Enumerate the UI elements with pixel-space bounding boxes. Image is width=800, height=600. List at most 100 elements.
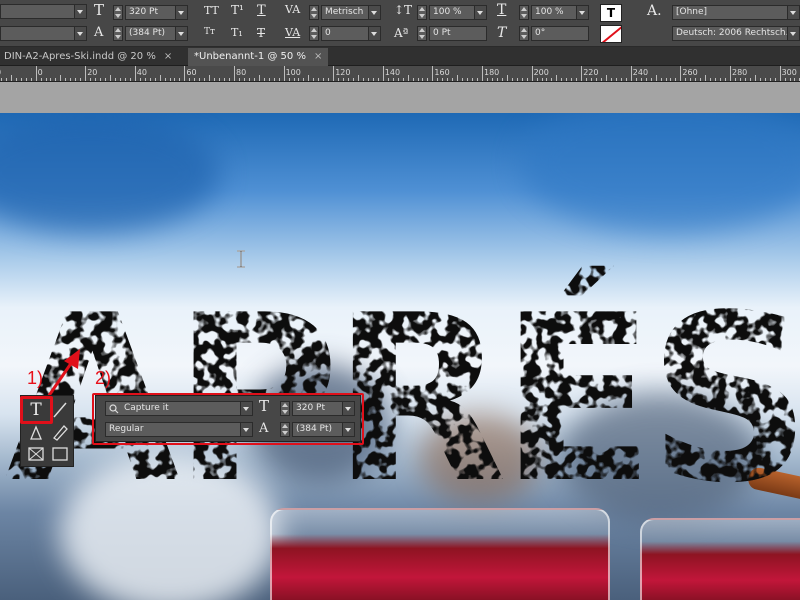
character-style-dropdown[interactable]: [Ohne] [672, 5, 800, 20]
ruler-tick [154, 78, 156, 81]
ruler-tick [734, 78, 736, 81]
ruler-tick [630, 66, 632, 81]
baseline-shift-stepper[interactable] [417, 26, 427, 41]
horizontal-scale-field[interactable]: 100 % [531, 5, 589, 20]
ruler-tick [412, 78, 414, 81]
ruler-tick [149, 78, 151, 81]
kerning-field[interactable]: Metrisch [321, 5, 381, 20]
horizontal-scale-stepper[interactable] [519, 5, 529, 20]
font-family-dropdown[interactable] [0, 4, 87, 19]
pen-tool-icon[interactable] [26, 422, 46, 442]
close-icon[interactable]: × [164, 51, 172, 62]
vertical-scale-field[interactable]: 100 % [429, 5, 487, 20]
font-size-field[interactable]: 320 Pt [125, 5, 188, 20]
ruler-tick [35, 66, 37, 81]
tracking-field[interactable]: 0 [321, 26, 381, 41]
ruler-tick [209, 75, 211, 81]
ruler-tick [119, 78, 121, 81]
ruler-tick [402, 78, 404, 81]
ruler-tick [313, 78, 315, 81]
ruler-tick [189, 78, 191, 81]
pencil-tool-icon[interactable] [50, 422, 70, 442]
ruler-tick [392, 78, 394, 81]
ruler-tick [680, 66, 682, 81]
ruler-label: 120 [335, 68, 351, 77]
ruler-tick [591, 78, 593, 81]
skew-icon: T [497, 25, 507, 41]
rectangle-tool-icon[interactable] [50, 444, 70, 464]
subscript-icon[interactable]: T₁ [231, 27, 243, 38]
all-caps-icon[interactable]: TT [204, 5, 219, 16]
ruler-tick [531, 66, 533, 81]
ruler-tick [491, 78, 493, 81]
document-page[interactable]: APRÉS [0, 113, 800, 600]
vertical-scale-icon: ↕T [394, 3, 413, 17]
ruler-tick [298, 78, 300, 81]
baseline-shift-field[interactable]: 0 Pt [429, 26, 487, 41]
ruler-tick [407, 75, 409, 81]
skew-field[interactable]: 0° [531, 26, 589, 41]
headline-text-frame[interactable]: APRÉS [4, 243, 800, 534]
ruler-tick [561, 78, 563, 81]
ruler-tick [452, 78, 454, 81]
ruler-tick [447, 78, 449, 81]
ruler-tick [100, 78, 102, 81]
language-dropdown[interactable]: Deutsch: 2006 Rechtsch... [672, 26, 800, 41]
ruler-tick [144, 78, 146, 81]
ruler-tick [650, 78, 652, 81]
character-style-icon: A. [647, 3, 662, 19]
ruler-tick [95, 78, 97, 81]
ruler-tick [794, 78, 796, 81]
ruler-tick [194, 78, 196, 81]
underline-icon[interactable]: T [257, 4, 266, 17]
close-icon[interactable]: × [314, 51, 322, 62]
leading-icon: A [94, 25, 104, 40]
ruler-tick [690, 78, 692, 81]
ruler-tick [124, 78, 126, 81]
ruler-tick [635, 78, 637, 81]
ruler-label: 60 [186, 68, 197, 77]
font-size-icon: T [94, 1, 105, 19]
tab-din-a2[interactable]: DIN-A2-Apres-Ski.indd @ 20 % × [0, 48, 178, 66]
skew-stepper[interactable] [519, 26, 529, 41]
tab-unbenannt[interactable]: *Unbenannt-1 @ 50 % × [188, 48, 329, 66]
text-fill-swatch[interactable]: T [600, 4, 622, 22]
leading-field[interactable]: (384 Pt) [125, 26, 188, 41]
ruler-tick [258, 75, 260, 81]
ruler-tick [695, 78, 697, 81]
leading-stepper[interactable] [113, 26, 123, 41]
ruler-tick [323, 78, 325, 81]
rectangle-frame-tool-icon[interactable] [26, 444, 46, 464]
ruler-tick [362, 78, 364, 81]
ruler-tick [457, 75, 459, 81]
ruler-label: 200 [533, 68, 549, 77]
horizontal-ruler[interactable]: -20 0 20 40 60 80 100 120 140 160 180 200 220 240 260 2… [0, 66, 800, 82]
small-caps-icon[interactable]: Tт [204, 28, 215, 37]
ruler-tick [105, 78, 107, 81]
ruler-tick [25, 78, 27, 81]
ruler-tick [571, 78, 573, 81]
vertical-scale-stepper[interactable] [417, 5, 427, 20]
ruler-tick [397, 78, 399, 81]
ruler-tick [169, 78, 171, 81]
font-size-stepper[interactable] [113, 5, 123, 20]
text-stroke-swatch[interactable] [600, 25, 622, 43]
ruler-tick [318, 78, 320, 81]
line-tool-icon[interactable] [50, 400, 70, 420]
ruler-tick [229, 78, 231, 81]
tracking-stepper[interactable] [309, 26, 319, 41]
ruler-tick [234, 66, 235, 81]
ruler-tick [20, 78, 22, 81]
ruler-tick [5, 78, 7, 81]
ruler-tick [477, 78, 479, 81]
ruler-tick [164, 78, 166, 81]
strikethrough-icon[interactable]: T [257, 27, 265, 39]
ruler-tick [110, 75, 111, 81]
superscript-icon[interactable]: T¹ [231, 4, 244, 16]
ruler-tick [248, 78, 250, 81]
ruler-tick [174, 78, 176, 81]
ruler-tick [551, 78, 553, 81]
kerning-stepper[interactable] [309, 5, 319, 20]
ruler-tick [670, 78, 672, 81]
font-style-dropdown[interactable] [0, 26, 87, 41]
